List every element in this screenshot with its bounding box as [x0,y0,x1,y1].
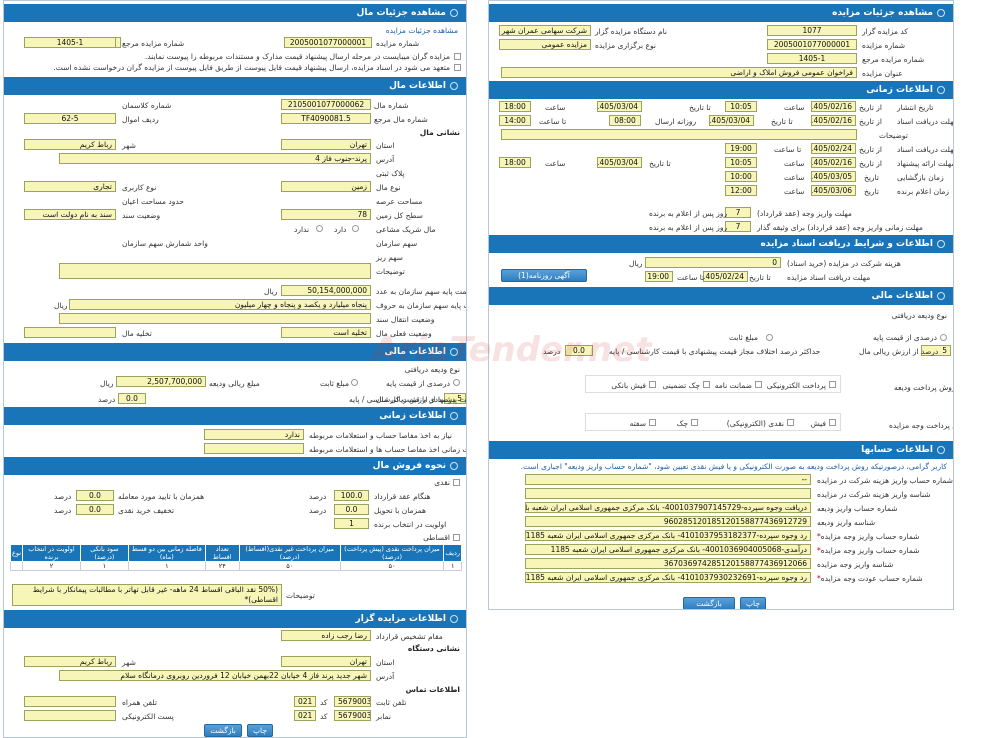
collapse-icon[interactable] [450,347,458,356]
table-cell [9,561,24,571]
collapse-icon[interactable] [937,85,945,94]
collapse-icon[interactable] [937,291,945,300]
print-button[interactable]: چاپ [247,724,273,737]
table-row: ۱ ۵۰ ۵۰ ۲۴ ۱ ۱ ۲ [9,561,462,571]
slip-checkbox [829,419,836,426]
table-header-cell: اولویت در انتخاب برنده [22,544,81,562]
newspaper-ad-button[interactable]: آگهی روزنامه(1) [501,269,587,282]
property-details-header: مشاهده جزئیات مال [4,4,466,22]
transfer-status-field [59,313,371,324]
table-cell: ۱ [79,561,129,571]
collapse-icon[interactable] [937,445,945,454]
time-description-field [501,129,857,140]
collapse-icon[interactable] [450,81,458,90]
fixed-amount-radio[interactable] [766,334,773,341]
sale-method-header: نحوه فروش مال [4,457,466,475]
bank-slip-checkbox [649,381,656,388]
table-header-cell: میزان پرداخت غیر نقدی(اقساط) (درصد) [238,544,341,562]
electronic-pay-checkbox [829,381,836,388]
installment-checkbox [453,534,460,541]
cash-electronic-checkbox [787,419,794,426]
table-cell: ۲ [22,561,81,571]
table-cell: ۱ [443,561,462,571]
table-header-cell: ردیف [443,544,462,562]
shared-yes-radio[interactable] [352,225,359,232]
guarantee-checkbox [755,381,762,388]
commit-checkbox [454,64,461,71]
collapse-icon[interactable] [450,461,458,470]
promissory-checkbox [649,419,656,426]
pct-base-radio[interactable] [453,379,460,386]
mobile-field [24,696,116,707]
cheque2-checkbox [691,419,698,426]
table-header-cell: نوع [9,544,24,562]
collapse-icon[interactable] [450,8,458,17]
fixed-amount-radio[interactable] [351,379,358,386]
auction-details-link[interactable]: مشاهده جزئیات مزایده [386,26,458,35]
time-info-header: اطلاعات زمانی [489,81,953,99]
deadline-acc-field [204,443,304,454]
fee-id-field [525,488,811,499]
financial-info-header: اطلاعات مالی [489,287,953,305]
table-cell: ۱ [127,561,206,571]
collapse-icon[interactable] [937,8,945,17]
table-header-cell: فاصله زمانی بین دو قسط (ماه) [127,544,206,562]
table-cell: ۵۰ [238,561,341,571]
installments-table: ردیف میزان پرداخت نقدی (پیش پرداخت) (درصد… [9,544,462,571]
pct-base-radio[interactable] [940,334,947,341]
description-field [59,263,371,279]
auction-details-header: مشاهده جزئیات مزایده [489,4,953,22]
print-button[interactable]: چاپ [740,597,766,609]
doc-terms-header: اطلاعات و شرایط دریافت اسناد مزایده [489,235,953,253]
table-header-cell: میزان پرداخت نقدی (پیش پرداخت) (درصد) [339,544,445,562]
shared-no-radio[interactable] [316,225,323,232]
property-details-panel: مشاهده جزئیات مال مشاهده جزئیات مزایده ش… [3,0,467,738]
cheque-checkbox [703,381,710,388]
payment-method-group: فیش نقدی (الکترونیکی) چک سفته [585,413,841,431]
property-info-header: اطلاعات مال [4,77,466,95]
deposit-method-group: پرداخت الکترونیکی ضمانت نامه چک تضمینی ف… [585,375,841,393]
cash-checkbox [453,479,460,486]
org-info-header: اطلاعات مزایده گزار [4,610,466,628]
table-header-cell: سود بانکی (درصد) [79,544,129,562]
back-button[interactable]: بازگشت [683,597,735,609]
docs-attach-checkbox [454,53,461,60]
collapse-icon[interactable] [450,411,458,420]
accounts-header: اطلاعات حسابها [489,441,953,459]
email-field [24,710,116,721]
table-header-cell: تعداد اقساط [204,544,240,562]
back-button[interactable]: بازگشت [204,724,242,737]
auction-no-field: 2005001077000001 [284,37,372,48]
time-info-header: اطلاعات زمانی [4,407,466,425]
eviction-field [24,327,116,338]
collapse-icon[interactable] [937,239,945,248]
financial-info-header: اطلاعات مالی [4,343,466,361]
auction-details-panel: مشاهده جزئیات مزایده 1077 کد مزایده گزار… [488,0,954,610]
table-cell: ۵۰ [339,561,445,571]
ref-auction-no-field: 1405-1 [24,37,116,48]
table-cell: ۲۴ [204,561,240,571]
collapse-icon[interactable] [450,614,458,623]
